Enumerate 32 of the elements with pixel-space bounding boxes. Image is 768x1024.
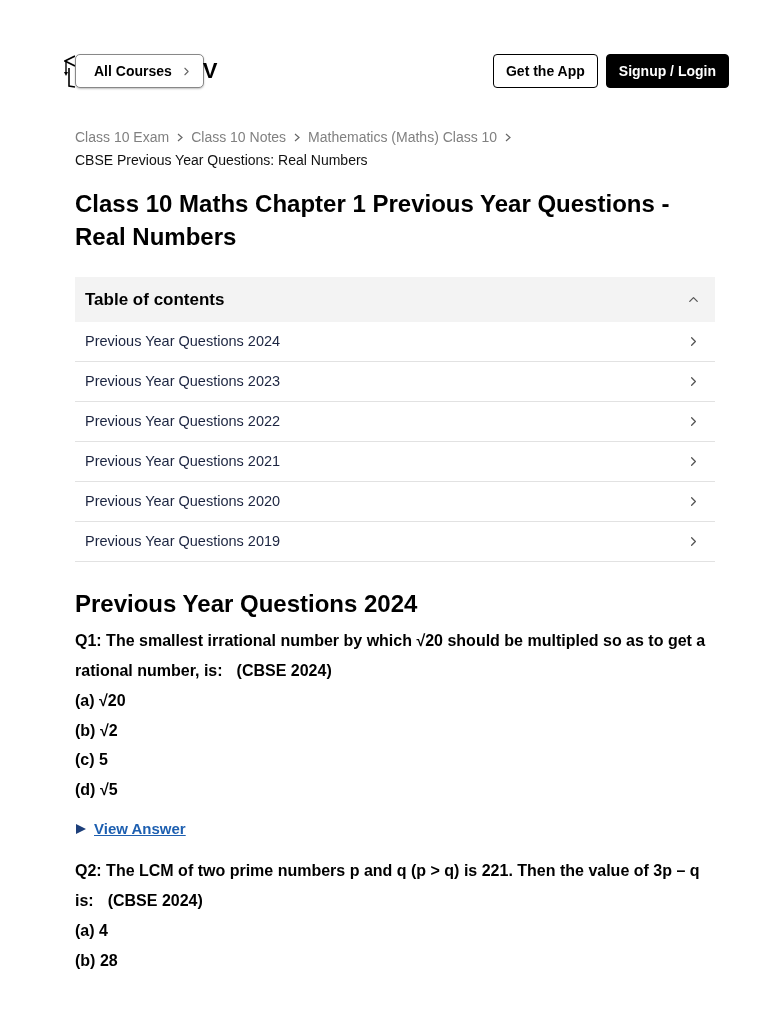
breadcrumb-separator-icon bbox=[177, 133, 184, 142]
answer-option: (b) 28 bbox=[75, 945, 118, 975]
triangle-right-icon[interactable] bbox=[75, 823, 87, 835]
toc-header[interactable]: Table of contents bbox=[75, 277, 715, 322]
section-heading: Previous Year Questions 2024 bbox=[75, 589, 419, 619]
logo-icon bbox=[64, 54, 75, 88]
all-courses-button[interactable]: All Courses bbox=[75, 54, 204, 88]
answer-option: (c) 5 bbox=[75, 745, 108, 775]
breadcrumb-link[interactable]: Mathematics (Maths) Class 10 bbox=[308, 126, 498, 149]
answer-option: (a) 4 bbox=[75, 916, 108, 946]
view-answer-link[interactable]: View Answer bbox=[94, 817, 186, 841]
signup-login-button[interactable]: Signup / Login bbox=[605, 54, 729, 88]
question-text: Q2: The LCM of two prime numbers p and q (p > q) is 221. Then the value of 3p – q is: (CBSE 2024) bbox=[75, 861, 701, 911]
toc-item[interactable]: Previous Year Questions 2022 bbox=[75, 402, 715, 442]
toc-item[interactable]: Previous Year Questions 2023 bbox=[75, 362, 715, 402]
breadcrumb-link[interactable]: Class 10 Exam bbox=[75, 126, 170, 149]
toc-title: Table of contents bbox=[85, 288, 225, 311]
logo-text: V bbox=[202, 60, 218, 82]
get-app-button[interactable]: Get the App bbox=[493, 54, 598, 88]
toc-item[interactable]: Previous Year Questions 2021 bbox=[75, 442, 715, 482]
answer-option: (d) √5 bbox=[75, 774, 118, 804]
question-text: Q1: The smallest irrational number by which √20 should be multipled so as to get a rational number, is: (CBSE 2024) bbox=[75, 631, 707, 681]
toc-item[interactable]: Previous Year Questions 2019 bbox=[75, 522, 715, 562]
breadcrumb-separator-icon bbox=[294, 133, 301, 142]
breadcrumb-separator-icon bbox=[505, 133, 512, 142]
answer-option: (a) √20 bbox=[75, 686, 126, 716]
page-title: Class 10 Maths Chapter 1 Previous Year Questions - Real Numbers bbox=[75, 189, 671, 252]
toc-item[interactable]: Previous Year Questions 2020 bbox=[75, 482, 715, 522]
breadcrumb-link[interactable]: Class 10 Notes bbox=[191, 126, 287, 149]
breadcrumb-current: CBSE Previous Year Questions: Real Numbers bbox=[75, 151, 368, 170]
toc-item[interactable]: Previous Year Questions 2024 bbox=[75, 322, 715, 362]
answer-option: (b) √2 bbox=[75, 715, 118, 745]
